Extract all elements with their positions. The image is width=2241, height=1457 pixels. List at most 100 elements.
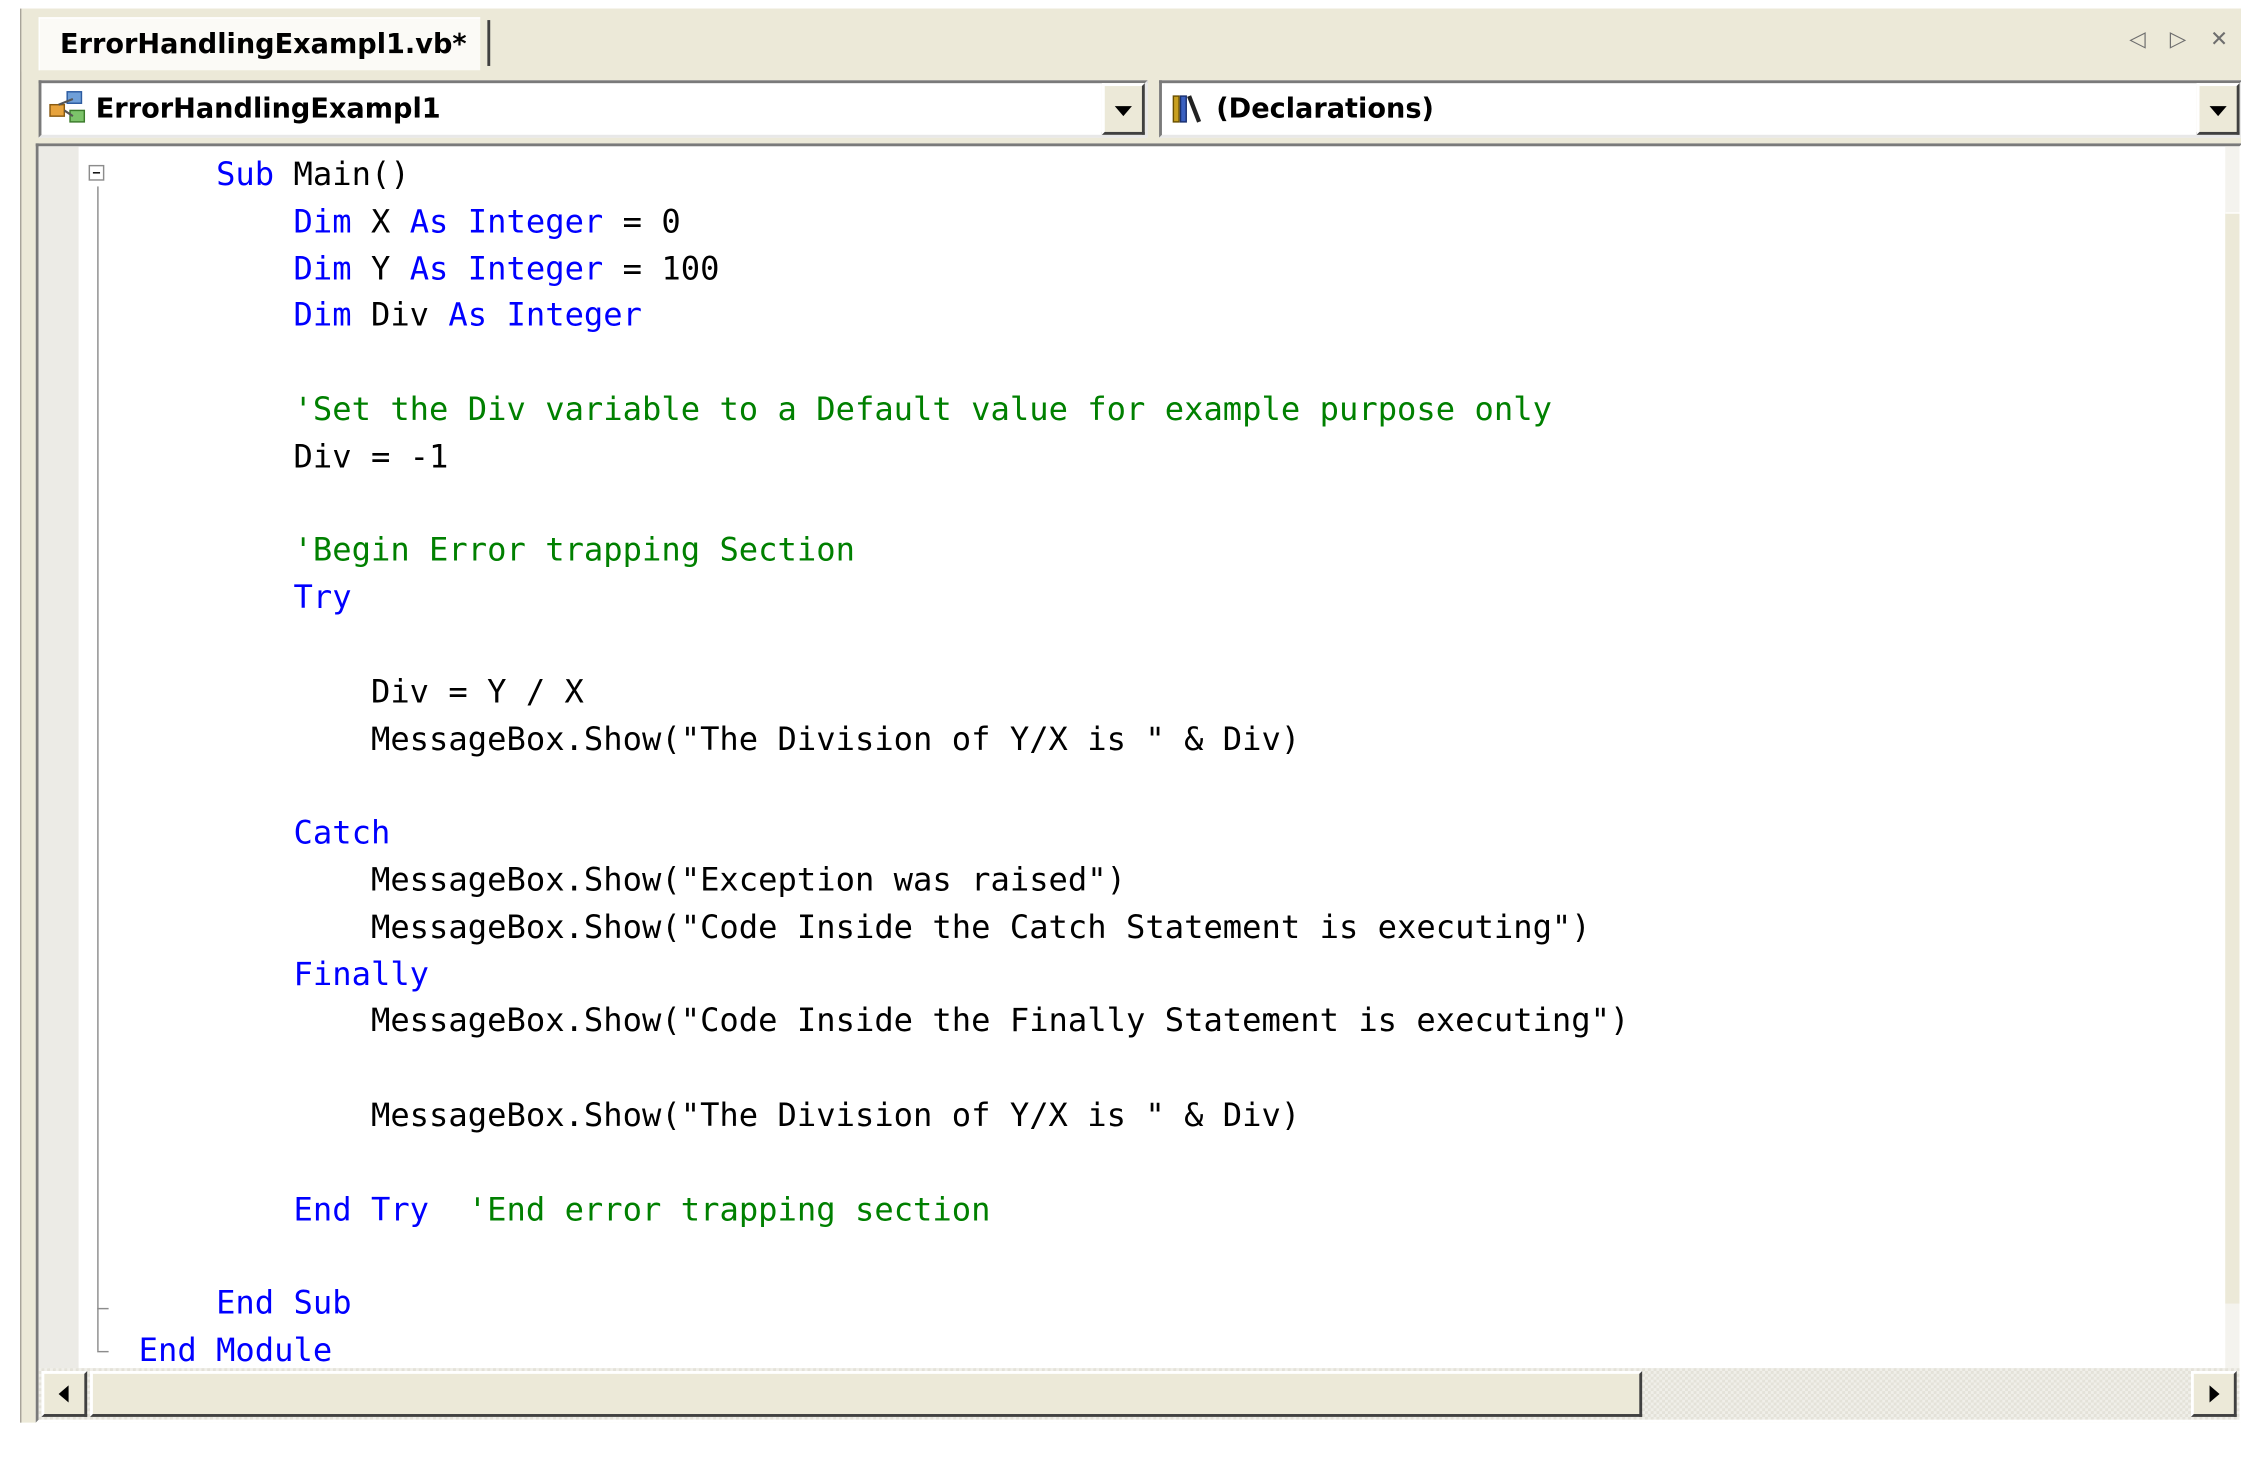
code-keyword: Sub [293,1285,352,1323]
code-line[interactable]: Catch [139,810,1630,857]
vertical-scrollbar[interactable] [2225,146,2240,1369]
tab-label: ErrorHandlingExampl1.vb* [60,28,467,61]
indicator-margin[interactable] [38,146,79,1369]
scroll-left-icon[interactable] [41,1370,88,1417]
tab-errorhandlingexampl1[interactable]: ErrorHandlingExampl1.vb* [38,17,481,71]
tab-navigation-icons[interactable]: ◁ ▷ ✕ [2129,26,2236,52]
code-token: = 0 [603,203,681,241]
horizontal-scrollbar-thumb[interactable] [90,1370,1643,1417]
code-text[interactable]: Sub Main() Dim X As Integer = 0 Dim Y As… [139,152,1630,1375]
code-token: X [351,203,410,241]
code-keyword: Dim [293,250,352,288]
code-keyword: End [138,1332,197,1370]
code-line[interactable]: End Try 'End error trapping section [139,1187,1630,1234]
code-line[interactable] [139,763,1630,810]
code-line[interactable] [139,1140,1630,1187]
document-tab-strip: ErrorHandlingExampl1.vb* ◁ ▷ ✕ [21,8,2241,72]
class-name-value: ErrorHandlingExampl1 [47,83,441,135]
code-keyword: End [293,1191,352,1229]
code-line[interactable]: Sub Main() [139,152,1630,199]
code-line[interactable] [139,481,1630,528]
code-token: Div = Y / X [138,673,584,711]
code-comment: 'Set the Div variable to a Default value… [293,391,1552,429]
code-editor[interactable]: Sub Main() Dim X As Integer = 0 Dim Y As… [35,143,2241,1423]
code-line[interactable] [139,340,1630,387]
code-line[interactable]: Finally [139,952,1630,999]
code-comment: 'Begin Error trapping Section [293,532,855,570]
declarations-icon [1168,90,1211,127]
code-keyword: Dim [293,297,352,335]
code-line[interactable] [139,622,1630,669]
code-line[interactable]: MessageBox.Show("Code Inside the Catch S… [139,905,1630,952]
code-line[interactable]: Dim X As Integer = 0 [139,199,1630,246]
code-keyword: Catch [293,814,391,853]
scroll-right-icon[interactable] [2190,1370,2237,1417]
outline-guide [97,186,99,1351]
code-keyword: As [409,203,449,241]
code-line[interactable]: 'Set the Div variable to a Default value… [139,387,1630,434]
code-token: Div = -1 [138,438,449,476]
class-name-dropdown-arrow[interactable] [1101,83,1145,135]
code-token: Main() [274,156,410,194]
horizontal-scrollbar[interactable] [38,1368,2240,1420]
code-keyword: Try [370,1191,430,1229]
code-line[interactable]: Try [139,575,1630,622]
code-line[interactable]: MessageBox.Show("The Division of Y/X is … [139,716,1630,763]
code-keyword: Integer [467,203,604,241]
code-line[interactable]: Dim Y As Integer = 100 [139,246,1630,293]
code-keyword: As [409,250,449,288]
code-line[interactable]: End Sub [139,1281,1630,1328]
ide-stage: ErrorHandlingExampl1.vb* ◁ ▷ ✕ ErrorHand… [0,0,2241,1457]
code-comment: 'End error trapping section [467,1191,991,1229]
code-keyword: As [448,297,488,335]
method-name-value: (Declarations) [1168,83,1434,135]
code-keyword: End [216,1285,275,1323]
method-name-dropdown-arrow[interactable] [2196,83,2240,135]
code-keyword: Integer [467,250,604,288]
code-keyword: Dim [293,203,352,241]
code-token: MessageBox.Show("Code Inside the Catch S… [138,908,1591,947]
code-keyword: Finally [293,955,430,994]
code-line[interactable]: 'Begin Error trapping Section [139,528,1630,575]
outline-guide-end-sub [97,1307,109,1310]
outline-guide-end-module [97,1350,109,1353]
code-token: Y [351,250,410,288]
code-line[interactable]: MessageBox.Show("Code Inside the Finally… [138,999,1630,1046]
code-keyword: Try [293,579,352,617]
code-line[interactable]: Div = -1 [139,434,1630,481]
code-line[interactable]: MessageBox.Show("Exception was raised") [139,858,1630,905]
code-keyword: Integer [506,297,643,335]
class-name-dropdown[interactable]: ErrorHandlingExampl1 [38,80,1148,138]
code-line[interactable] [139,1234,1630,1281]
code-line[interactable] [139,1046,1630,1093]
code-token: MessageBox.Show("The Division of Y/X is … [138,720,1301,759]
code-line[interactable]: MessageBox.Show("The Division of Y/X is … [139,1093,1630,1140]
collapse-outline-icon[interactable] [88,164,105,181]
code-token: Div [351,297,449,335]
method-name-text: (Declarations) [1216,93,1434,125]
code-keyword: Sub [216,156,275,194]
code-keyword: Module [216,1332,333,1370]
code-token: MessageBox.Show("Code Inside the Finally… [138,1002,1630,1041]
code-line[interactable]: Div = Y / X [139,669,1630,716]
vertical-scrollbar-thumb[interactable] [2225,212,2240,1304]
code-line[interactable]: Dim Div As Integer [139,293,1630,340]
method-name-dropdown[interactable]: (Declarations) [1159,80,2241,138]
